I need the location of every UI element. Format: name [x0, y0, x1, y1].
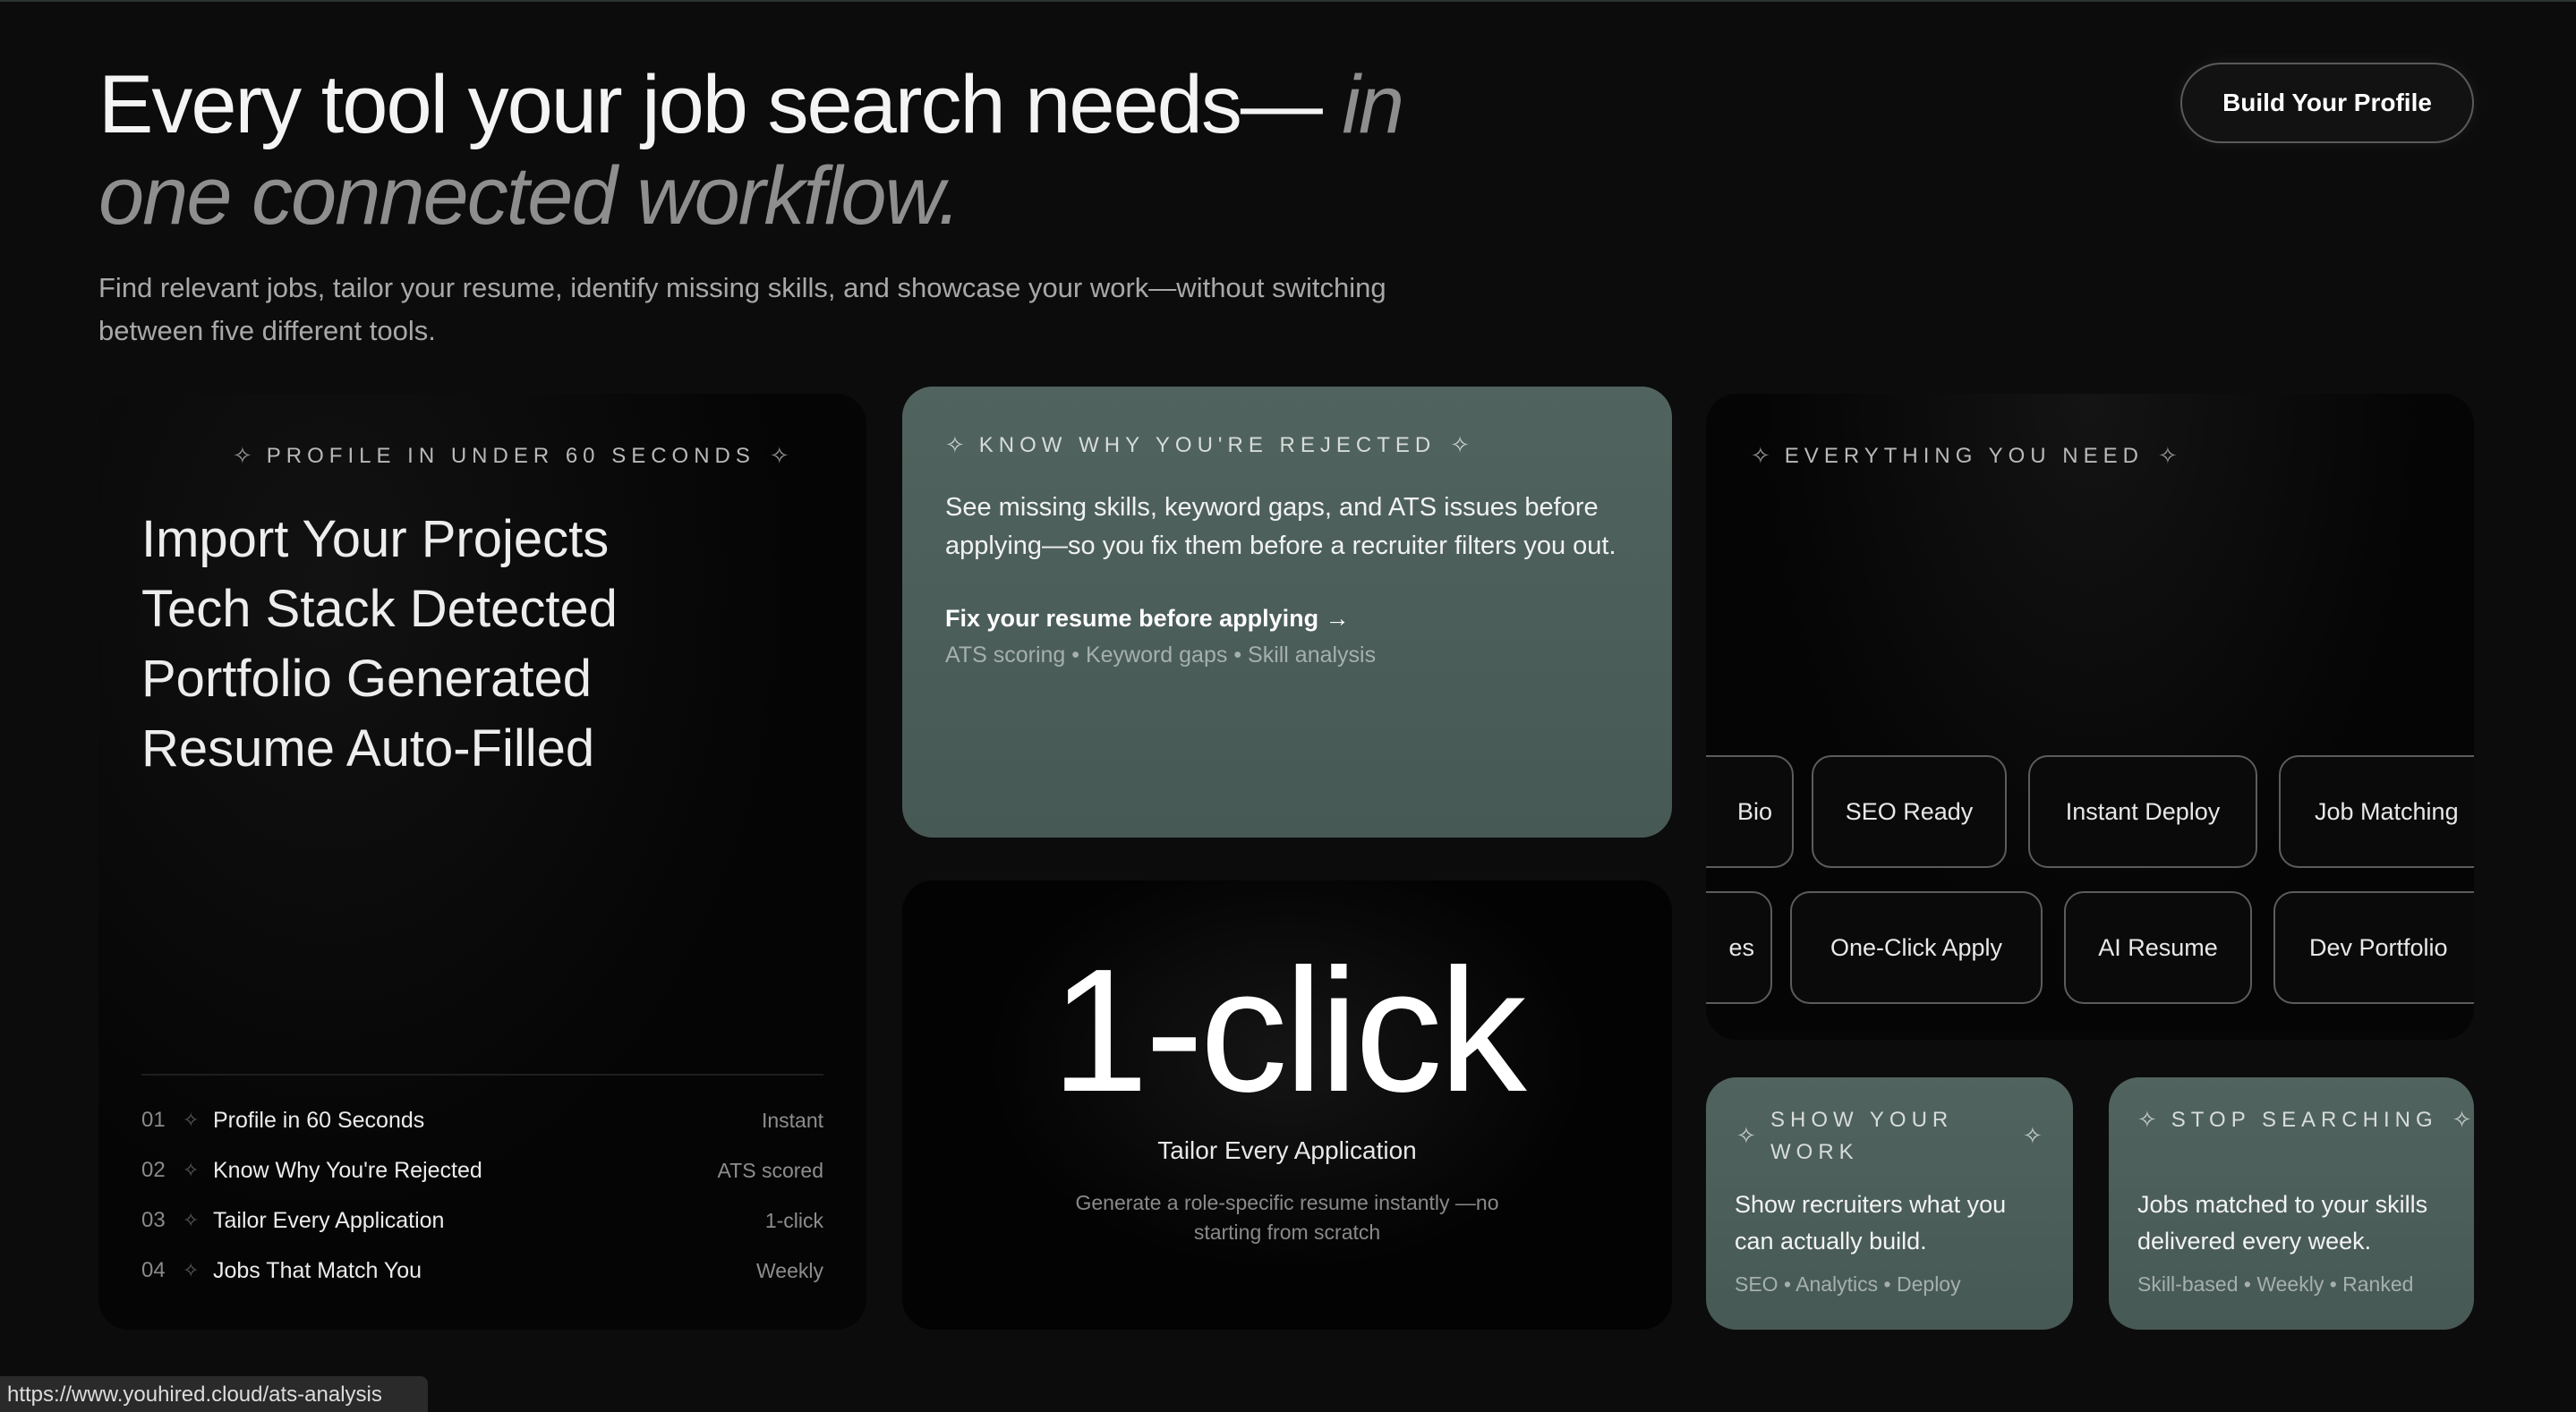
everything-card[interactable]: ✧ Everything you need ✧ Bio SEO Ready In… — [1706, 394, 2474, 1040]
sparkle-icon: ✧ — [233, 442, 252, 469]
sparkle-icon: ✧ — [945, 431, 965, 458]
sparkle-icon: ✧ — [769, 442, 789, 469]
sparkle-icon: ✧ — [183, 1159, 200, 1181]
chip-partial[interactable]: es — [1706, 891, 1772, 1004]
fix-resume-link[interactable]: Fix your resume before applying → — [945, 605, 1350, 633]
one-click-headline: 1-click — [1051, 932, 1526, 1128]
page: Every tool your job search needs— in one… — [0, 0, 2576, 1412]
feature-tag: Weekly — [756, 1258, 823, 1282]
feature-tag: 1-click — [764, 1208, 823, 1232]
everything-card-label: ✧ Everything you need ✧ — [1751, 442, 2178, 469]
chip-seo-ready[interactable]: SEO Ready — [1812, 755, 2007, 868]
hero-subtitle: Find relevant jobs, tailor your resume, … — [98, 272, 1386, 346]
feature-number: 01 — [141, 1108, 166, 1132]
feature-name: Profile in 60 Seconds — [213, 1107, 425, 1133]
feature-row[interactable]: 01 ✧ Profile in 60 Seconds Instant — [141, 1095, 823, 1145]
one-click-subtitle: Tailor Every Application — [1157, 1136, 1417, 1164]
feature-tag: ATS scored — [717, 1158, 823, 1182]
chip-job-matching[interactable]: Job Matching — [2279, 755, 2474, 868]
chip-instant-deploy[interactable]: Instant Deploy — [2028, 755, 2257, 868]
rejected-card-meta: ATS scoring • Keyword gaps • Skill analy… — [945, 642, 1377, 668]
hero-title: Every tool your job search needs— in one… — [98, 59, 1531, 242]
profile-step: Tech Stack Detected — [141, 580, 618, 638]
sparkle-icon: ✧ — [1450, 431, 1470, 458]
build-profile-button[interactable]: Build Your Profile — [2180, 63, 2474, 143]
feature-number: 04 — [141, 1258, 166, 1282]
profile-card[interactable]: ✧ Profile in under 60 seconds ✧ Import Y… — [98, 394, 866, 1330]
show-work-meta: SEO • Analytics • Deploy — [1735, 1272, 1961, 1296]
divider — [141, 1074, 823, 1076]
chip-ai-resume[interactable]: AI Resume — [2064, 891, 2252, 1004]
rejected-card[interactable]: ✧ Know why you're rejected ✧ See missing… — [902, 387, 1672, 838]
chip-bio[interactable]: Bio — [1706, 755, 1794, 868]
sparkle-icon: ✧ — [183, 1259, 200, 1281]
show-work-card[interactable]: ✧ Show your work ✧ Show recruiters what … — [1706, 1077, 2073, 1330]
profile-step: Portfolio Generated — [141, 650, 592, 708]
chip-dev-portfolio[interactable]: Dev Portfolio — [2273, 891, 2474, 1004]
stop-searching-body: Jobs matched to your skills delivered ev… — [2137, 1191, 2428, 1255]
feature-row[interactable]: 02 ✧ Know Why You're Rejected ATS scored — [141, 1145, 823, 1195]
feature-name: Know Why You're Rejected — [213, 1157, 482, 1183]
stop-searching-meta: Skill-based • Weekly • Ranked — [2137, 1272, 2414, 1296]
feature-tag: Instant — [761, 1108, 823, 1132]
feature-row[interactable]: 03 ✧ Tailor Every Application 1-click — [141, 1195, 823, 1246]
show-work-body: Show recruiters what you can actually bu… — [1735, 1191, 2007, 1255]
profile-step: Resume Auto-Filled — [141, 719, 595, 778]
sparkle-icon: ✧ — [183, 1209, 200, 1231]
sparkle-icon: ✧ — [1751, 442, 1770, 469]
show-work-label: Show your work — [1770, 1108, 1954, 1164]
feature-number: 02 — [141, 1158, 166, 1182]
profile-steps: Import Your Projects Tech Stack Detected… — [141, 505, 618, 784]
profile-card-label: ✧ Profile in under 60 seconds ✧ — [233, 442, 789, 469]
feature-number: 03 — [141, 1208, 166, 1232]
sparkle-icon: ✧ — [2023, 1122, 2043, 1149]
stop-searching-card[interactable]: ✧ Stop searching ✧ Jobs matched to your … — [2109, 1077, 2474, 1330]
feature-name: Tailor Every Application — [213, 1207, 445, 1233]
sparkle-icon: ✧ — [1736, 1122, 1756, 1149]
status-url: https://www.youhired.cloud/ats-analysis — [0, 1376, 428, 1412]
hero-title-main: Every tool your job search needs— — [98, 59, 1343, 150]
sparkle-icon: ✧ — [2157, 442, 2178, 469]
profile-step: Import Your Projects — [141, 510, 610, 568]
feature-name: Jobs That Match You — [213, 1257, 422, 1283]
sparkle-icon: ✧ — [183, 1109, 200, 1131]
rejected-card-body: See missing skills, keyword gaps, and AT… — [945, 493, 1616, 560]
feature-row[interactable]: 04 ✧ Jobs That Match You Weekly — [141, 1246, 823, 1296]
sparkle-icon: ✧ — [2452, 1106, 2472, 1133]
stop-searching-label: ✧ Stop searching ✧ — [2137, 1106, 2472, 1133]
one-click-description: Generate a role-specific resume instantl… — [1075, 1191, 1499, 1244]
rejected-card-label: ✧ Know why you're rejected ✧ — [945, 431, 1470, 458]
one-click-card[interactable]: 1-click Tailor Every Application Generat… — [902, 880, 1672, 1330]
sparkle-icon: ✧ — [2137, 1106, 2157, 1133]
chip-one-click-apply[interactable]: One-Click Apply — [1790, 891, 2043, 1004]
